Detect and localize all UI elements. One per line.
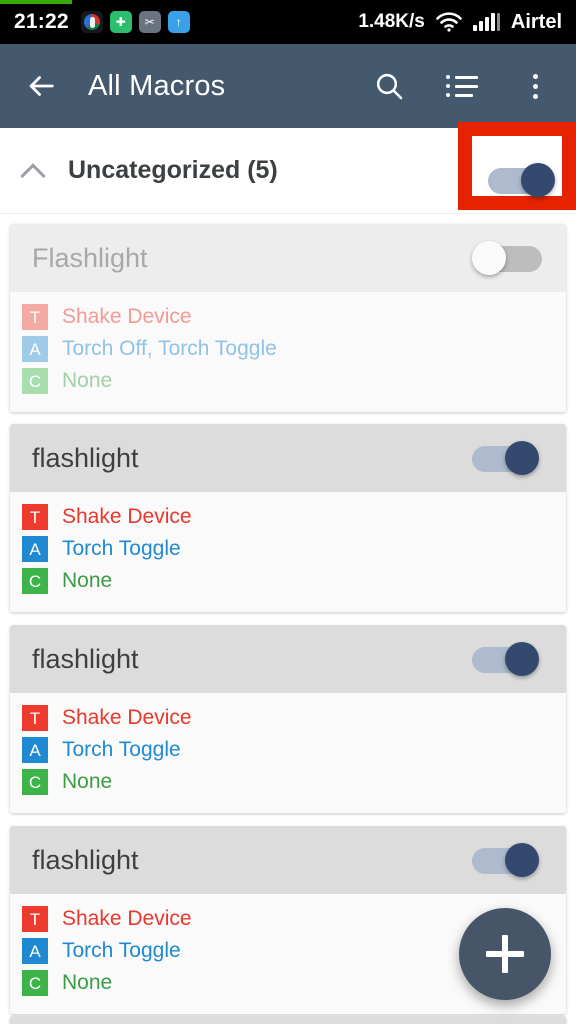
- network-speed: 1.48K/s: [358, 11, 425, 32]
- constraint-text: None: [62, 369, 113, 392]
- macro-enable-toggle[interactable]: [472, 639, 544, 679]
- macro-constraint-row: C None: [22, 767, 566, 797]
- macro-action-row: A Torch Toggle: [22, 534, 566, 564]
- macro-card[interactable]: flashlight T Shake Device A Torch Toggle…: [10, 625, 566, 813]
- app-bar: All Macros: [0, 44, 576, 128]
- highlight-annotation-box: [458, 122, 576, 210]
- macro-card-header[interactable]: flashlight: [10, 424, 566, 492]
- action-text: Torch Toggle: [62, 537, 181, 560]
- more-vert-icon[interactable]: [518, 69, 552, 103]
- macro-card-body: T Shake Device A Torch Off, Torch Toggle…: [10, 292, 566, 412]
- macro-card-header[interactable]: [10, 1016, 566, 1024]
- macro-enable-toggle[interactable]: [472, 438, 544, 478]
- macro-name: flashlight: [32, 442, 139, 473]
- chrome-icon: [80, 11, 103, 33]
- action-text: Torch Toggle: [62, 738, 181, 761]
- trigger-text: Shake Device: [62, 505, 192, 528]
- upload-arrow-icon: ↑: [167, 11, 190, 33]
- constraint-text: None: [62, 770, 113, 793]
- trigger-text: Shake Device: [62, 907, 192, 930]
- shield-icon: ✚: [109, 11, 132, 33]
- macro-trigger-row: T Shake Device: [22, 502, 566, 532]
- add-macro-fab[interactable]: [459, 908, 551, 1000]
- category-enable-toggle[interactable]: [488, 160, 560, 200]
- macro-name: flashlight: [32, 643, 139, 674]
- constraint-text: None: [62, 971, 113, 994]
- macro-card[interactable]: Flashlight T Shake Device A Torch Off, T…: [10, 224, 566, 412]
- macro-card-body: T Shake Device A Torch Toggle C None: [10, 492, 566, 612]
- status-notification-icons: ✚ ✂ ↑: [80, 11, 190, 33]
- constraint-badge: C: [22, 970, 48, 996]
- macro-action-row: A Torch Off, Torch Toggle: [22, 334, 566, 364]
- action-text: Torch Off, Torch Toggle: [62, 337, 277, 360]
- trigger-text: Shake Device: [62, 706, 192, 729]
- constraint-text: None: [62, 569, 113, 592]
- action-badge: A: [22, 938, 48, 964]
- trigger-badge: T: [22, 504, 48, 530]
- macro-constraint-row: C None: [22, 566, 566, 596]
- carrier-name: Airtel: [510, 10, 562, 33]
- macro-name: flashlight: [32, 844, 139, 875]
- macro-card-header[interactable]: flashlight: [10, 625, 566, 693]
- toggle-thumb: [521, 163, 555, 197]
- plus-icon: [486, 935, 524, 973]
- progress-indicator: [0, 0, 72, 4]
- toggle-thumb: [505, 441, 539, 475]
- category-title: Uncategorized (5): [68, 156, 278, 184]
- action-badge: A: [22, 536, 48, 562]
- back-arrow-icon[interactable]: [24, 69, 58, 103]
- macro-constraint-row: C None: [22, 366, 566, 396]
- toggle-thumb: [505, 642, 539, 676]
- wifi-icon: [436, 12, 462, 32]
- action-badge: A: [22, 336, 48, 362]
- list-view-icon[interactable]: [446, 69, 478, 103]
- toggle-thumb: [472, 241, 506, 275]
- macro-action-row: A Torch Toggle: [22, 735, 566, 765]
- macro-enable-toggle[interactable]: [472, 840, 544, 880]
- macro-card-body: T Shake Device A Torch Toggle C None: [10, 693, 566, 813]
- chevron-up-icon[interactable]: [20, 158, 46, 184]
- trigger-badge: T: [22, 906, 48, 932]
- page-title: All Macros: [88, 69, 226, 102]
- constraint-badge: C: [22, 368, 48, 394]
- macro-enable-toggle[interactable]: [472, 238, 544, 278]
- app-bar-actions: [372, 69, 552, 103]
- trigger-badge: T: [22, 705, 48, 731]
- signal-bars-icon: [472, 13, 500, 31]
- trigger-badge: T: [22, 304, 48, 330]
- status-bar: 21:22 ✚ ✂ ↑ 1.48K/s Airtel: [0, 0, 576, 44]
- macro-card[interactable]: flashlight T Shake Device A Torch Toggle…: [10, 424, 566, 612]
- status-right-cluster: 1.48K/s Airtel: [358, 11, 562, 34]
- scissors-icon: ✂: [138, 11, 161, 33]
- trigger-text: Shake Device: [62, 305, 192, 328]
- macro-trigger-row: T Shake Device: [22, 302, 566, 332]
- action-text: Torch Toggle: [62, 939, 181, 962]
- action-badge: A: [22, 737, 48, 763]
- macro-card-header[interactable]: flashlight: [10, 826, 566, 894]
- constraint-badge: C: [22, 568, 48, 594]
- constraint-badge: C: [22, 769, 48, 795]
- macro-name: Flashlight: [32, 242, 148, 273]
- macro-card-header[interactable]: Flashlight: [10, 224, 566, 292]
- status-time: 21:22: [14, 10, 69, 33]
- toggle-thumb: [505, 843, 539, 877]
- macro-card-partial[interactable]: [10, 1016, 566, 1024]
- search-icon[interactable]: [372, 69, 406, 103]
- macro-trigger-row: T Shake Device: [22, 703, 566, 733]
